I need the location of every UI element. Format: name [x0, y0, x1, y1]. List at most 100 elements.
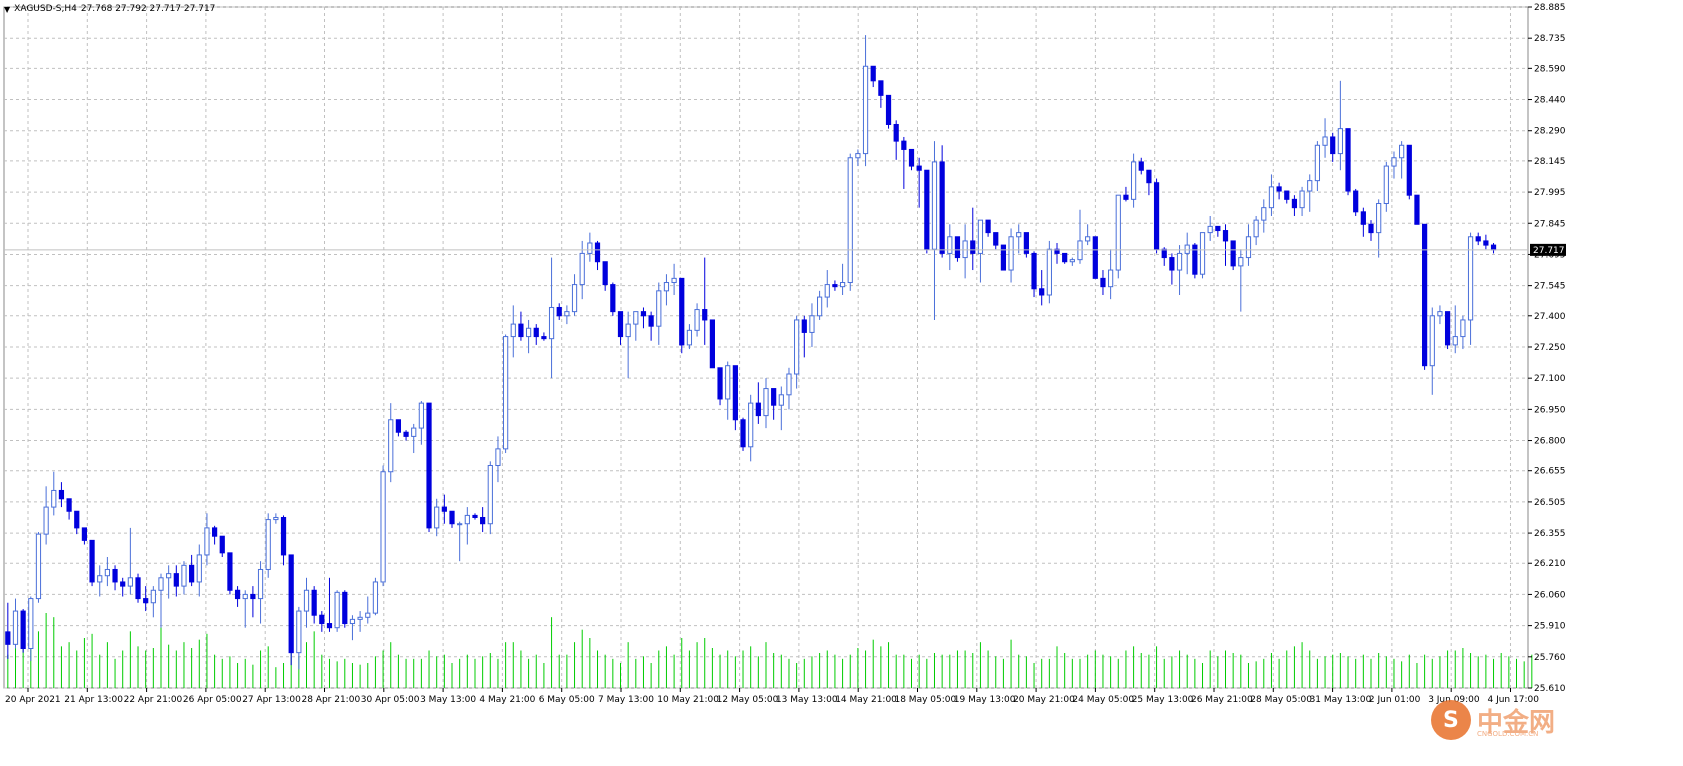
candle[interactable] [143, 586, 149, 612]
candle[interactable] [189, 554, 195, 587]
dropdown-triangle-icon[interactable]: ▼ [4, 5, 10, 14]
candle[interactable] [1123, 186, 1129, 202]
candle[interactable] [1383, 161, 1389, 212]
candle[interactable] [211, 525, 218, 545]
candle[interactable] [1085, 224, 1091, 246]
candle[interactable] [671, 263, 677, 295]
candle[interactable] [426, 402, 432, 533]
candle[interactable] [1130, 153, 1137, 208]
candle[interactable] [395, 419, 402, 437]
candle[interactable] [1330, 132, 1336, 162]
candle[interactable] [1360, 207, 1366, 237]
candle[interactable] [250, 586, 256, 618]
candle[interactable] [326, 577, 333, 632]
candle[interactable] [571, 274, 578, 316]
candle[interactable] [533, 324, 539, 345]
candle[interactable] [602, 261, 608, 291]
candle[interactable] [1475, 232, 1481, 246]
candle[interactable] [1184, 232, 1190, 275]
candle[interactable] [388, 403, 394, 483]
candle[interactable] [166, 565, 172, 599]
candle[interactable] [43, 486, 49, 545]
candle[interactable] [342, 590, 348, 628]
candle[interactable] [640, 307, 647, 329]
candle[interactable] [296, 606, 302, 670]
candle[interactable] [1414, 194, 1420, 225]
candle[interactable] [1031, 251, 1037, 298]
candle[interactable] [257, 561, 264, 624]
candle[interactable] [541, 332, 547, 341]
candle[interactable] [732, 365, 738, 431]
candle[interactable] [962, 224, 968, 279]
candle[interactable] [656, 282, 662, 345]
candle[interactable] [748, 394, 754, 462]
candle[interactable] [495, 436, 501, 483]
candle[interactable] [503, 334, 509, 454]
candle[interactable] [357, 611, 363, 632]
candle[interactable] [1429, 307, 1435, 395]
candle[interactable] [1291, 195, 1298, 216]
candle[interactable] [771, 388, 777, 420]
candle[interactable] [1238, 249, 1244, 312]
candle[interactable] [365, 596, 371, 624]
candle[interactable] [1222, 224, 1229, 266]
candle[interactable] [1460, 315, 1466, 350]
candle[interactable] [1054, 243, 1060, 264]
candle[interactable] [487, 461, 493, 535]
candle[interactable] [1314, 141, 1321, 192]
candle[interactable] [862, 35, 869, 167]
candle[interactable] [418, 401, 424, 445]
candle[interactable] [709, 319, 715, 369]
candle[interactable] [1108, 249, 1114, 300]
candle[interactable] [855, 149, 861, 167]
candle[interactable] [1353, 188, 1359, 216]
candle[interactable] [686, 324, 693, 350]
candle[interactable] [1490, 243, 1497, 254]
candle[interactable] [1245, 224, 1252, 266]
candle[interactable] [1016, 224, 1022, 254]
candle[interactable] [694, 303, 700, 337]
candle[interactable] [763, 378, 769, 429]
candle[interactable] [740, 417, 746, 451]
candle[interactable] [832, 280, 838, 291]
candle[interactable] [28, 596, 34, 661]
candle[interactable] [1268, 174, 1275, 216]
candle[interactable] [1062, 252, 1068, 264]
candle[interactable] [242, 590, 248, 628]
candle[interactable] [1276, 182, 1282, 200]
candle[interactable] [58, 482, 65, 508]
candle[interactable] [319, 611, 325, 632]
candle[interactable] [1307, 174, 1313, 212]
candle[interactable] [20, 608, 26, 653]
candle[interactable] [648, 311, 654, 341]
candle[interactable] [1115, 194, 1121, 279]
candle[interactable] [464, 507, 470, 545]
candle[interactable] [1169, 253, 1175, 285]
candle[interactable] [564, 305, 570, 325]
chart[interactable]: 28.885 28.735 28.590 28.440 28.290 28.145 27.9… [0, 0, 1683, 762]
candle[interactable] [1138, 157, 1144, 175]
candle[interactable] [181, 561, 187, 595]
time-axis[interactable]: 20 Apr 2021 21 Apr 13:00 22 Apr 21:00 26 Ap… [5, 688, 1539, 705]
candle[interactable] [617, 311, 624, 345]
candle[interactable] [380, 465, 386, 587]
candle[interactable] [1376, 199, 1382, 258]
candle[interactable] [89, 539, 95, 587]
candle[interactable] [786, 367, 792, 410]
candle[interactable] [633, 311, 639, 341]
candle[interactable] [839, 263, 846, 295]
candle[interactable] [449, 510, 455, 528]
candle[interactable] [954, 236, 961, 262]
candle[interactable] [970, 207, 976, 271]
candle[interactable] [173, 565, 179, 597]
candle[interactable] [280, 515, 287, 566]
candle[interactable] [1199, 232, 1206, 279]
candle[interactable] [1437, 305, 1443, 325]
candle[interactable] [824, 270, 830, 308]
candle[interactable] [1452, 305, 1458, 354]
candle[interactable] [870, 65, 876, 88]
candle[interactable] [1444, 311, 1451, 350]
candle[interactable] [334, 590, 340, 632]
candle[interactable] [234, 586, 241, 607]
candle[interactable] [794, 315, 800, 389]
